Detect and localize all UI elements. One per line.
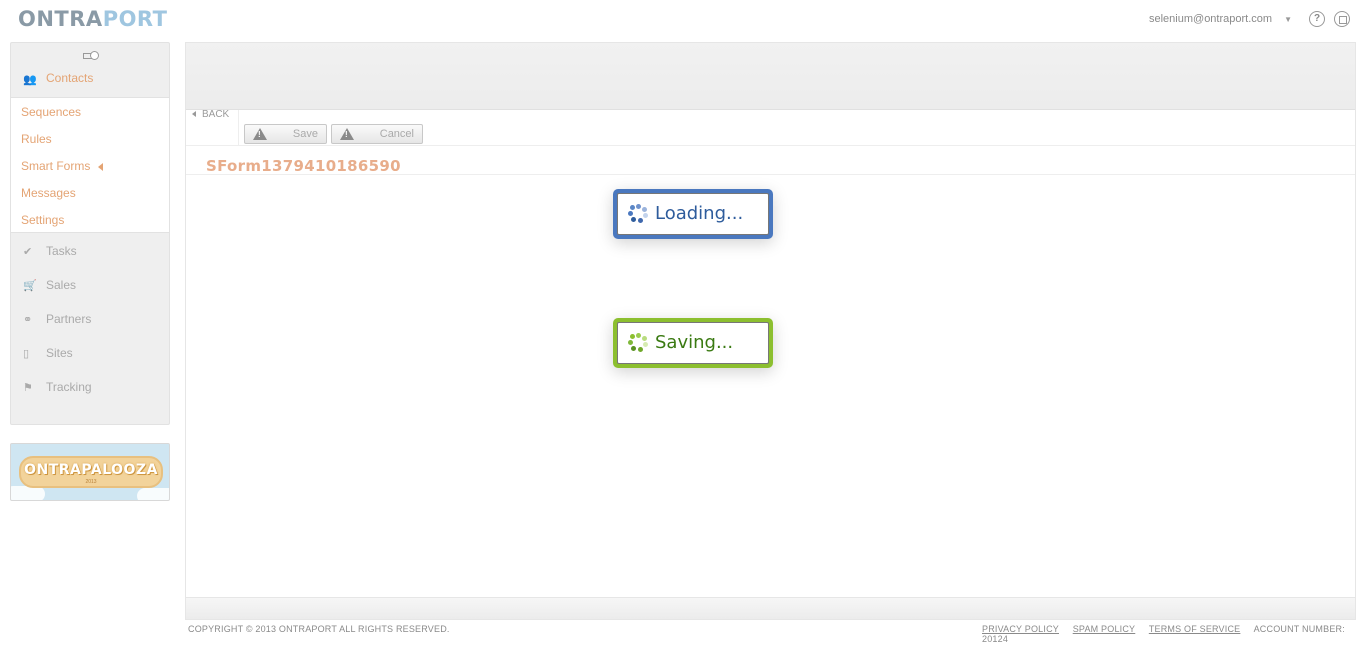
cancel-button[interactable]: Cancel: [331, 124, 423, 144]
cloud-decoration: [11, 486, 45, 500]
sidebar-item-sequences[interactable]: Sequences: [21, 105, 81, 119]
handshake-icon: ⚭: [23, 314, 33, 326]
loading-label: Loading...: [655, 203, 744, 224]
terms-of-service-link[interactable]: TERMS OF SERVICE: [1149, 624, 1241, 634]
docs-icon[interactable]: [1334, 11, 1350, 27]
page-icon: ▯: [23, 348, 30, 360]
contacts-icon: 👥: [23, 74, 37, 86]
sidebar-item-label: Partners: [46, 312, 92, 326]
privacy-policy-link[interactable]: PRIVACY POLICY: [982, 624, 1059, 634]
copyright-text: COPYRIGHT © 2013 ONTRAPORT ALL RIGHTS RE…: [188, 624, 450, 634]
sidebar-item-label: Sites: [46, 346, 73, 360]
sidebar-toggle-icon[interactable]: [83, 51, 99, 61]
loading-overlay: Loading...: [613, 189, 773, 239]
spam-policy-link[interactable]: SPAM POLICY: [1073, 624, 1136, 634]
contacts-submenu: Sequences Rules Smart Forms Messages Set…: [11, 97, 169, 233]
sidebar-item-label: Tasks: [46, 244, 77, 258]
main-banner: [186, 43, 1355, 110]
saving-overlay: Saving...: [613, 318, 773, 368]
sidebar-item-label: Smart Forms: [21, 159, 91, 173]
sidebar-item-label: Contacts: [46, 71, 94, 85]
divider: [186, 174, 1355, 175]
sidebar-item-partners[interactable]: ⚭ Partners: [11, 309, 169, 333]
ontrapalooza-banner[interactable]: ONTRAPALOOZA 2013: [10, 443, 170, 501]
flag-icon: ⚑: [23, 382, 33, 394]
promo-sign: ONTRAPALOOZA 2013: [19, 456, 163, 488]
chevron-left-icon: [192, 111, 196, 118]
promo-year: 2013: [85, 479, 97, 485]
cart-icon: 🛒: [23, 280, 37, 292]
back-link[interactable]: BACK: [192, 109, 229, 120]
save-button[interactable]: Save: [244, 124, 327, 144]
sidebar-item-sites[interactable]: ▯ Sites: [11, 343, 169, 367]
sidebar-item-settings[interactable]: Settings: [21, 213, 64, 227]
sidebar-item-label: Tracking: [46, 380, 92, 394]
sidebar-item-messages[interactable]: Messages: [21, 186, 76, 200]
ontraport-logo[interactable]: ONTRAPORT: [18, 7, 167, 31]
top-bar: ONTRAPORT selenium@ontraport.com ▼ ?: [0, 0, 1366, 40]
spinner-icon: [628, 333, 648, 353]
sidebar-item-rules[interactable]: Rules: [21, 132, 52, 146]
warning-icon: [253, 128, 267, 140]
toolbar-divider: [238, 110, 239, 146]
user-menu[interactable]: selenium@ontraport.com ▼: [1149, 13, 1292, 25]
spinner-icon: [628, 204, 648, 224]
sidebar-item-smart-forms[interactable]: Smart Forms: [21, 159, 104, 173]
cloud-decoration: [137, 488, 169, 500]
chevron-down-icon: ▼: [1284, 14, 1292, 24]
warning-icon: [340, 128, 354, 140]
main-footer-band: [186, 597, 1355, 619]
sidebar: 👥 Contacts Sequences Rules Smart Forms M…: [10, 42, 170, 425]
sidebar-item-tracking[interactable]: ⚑ Tracking: [11, 377, 169, 401]
footer-links: PRIVACY POLICY SPAM POLICY TERMS OF SERV…: [982, 624, 1366, 644]
sidebar-item-tasks[interactable]: ✔ Tasks: [11, 241, 169, 265]
sidebar-item-contacts[interactable]: 👥 Contacts: [11, 67, 169, 97]
page-title: SForm1379410186590: [206, 157, 401, 175]
sidebar-item-sales[interactable]: 🛒 Sales: [11, 275, 169, 299]
promo-title: ONTRAPALOOZA: [24, 462, 158, 478]
sidebar-item-label: Sales: [46, 278, 77, 292]
help-circle-icon[interactable]: ?: [1309, 11, 1325, 27]
saving-label: Saving...: [655, 332, 734, 353]
user-email: selenium@ontraport.com: [1149, 13, 1273, 25]
check-icon: ✔: [23, 246, 33, 258]
chevron-left-icon: [98, 162, 104, 171]
